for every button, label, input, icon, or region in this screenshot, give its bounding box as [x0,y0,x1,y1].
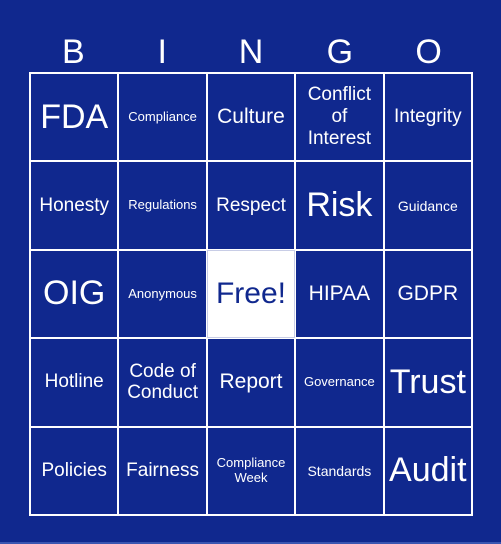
header-letter-g: G [326,33,354,71]
bingo-cell[interactable]: OIG [30,249,119,339]
bingo-cell[interactable]: Report [206,338,296,427]
bingo-cell[interactable]: HIPAA [295,249,384,339]
bingo-cell[interactable]: Risk [295,161,384,250]
bingo-header: B I N G O [29,32,473,72]
bingo-cell[interactable]: Code of Conduct [118,338,207,427]
bingo-cell[interactable]: GDPR [383,249,472,339]
bingo-cell[interactable]: Policies [30,426,119,515]
bingo-board: FDA Compliance Culture Conflict of Interest… [29,72,473,516]
header-letter-o: O [415,33,442,71]
header-letter-i: I [157,33,167,71]
bingo-cell[interactable]: Audit [383,426,472,515]
bingo-cell[interactable]: Honesty [30,161,119,250]
bingo-cell-free[interactable]: Free! [206,249,296,339]
bingo-cell[interactable]: Regulations [118,161,207,250]
header-letter-b: B [62,33,85,71]
header-letter-n: N [238,33,264,71]
bingo-cell[interactable]: Compliance Week [206,426,296,515]
bingo-cell[interactable]: Compliance [118,73,207,162]
bingo-cell[interactable]: FDA [30,73,119,162]
bingo-cell[interactable]: Anonymous [118,249,207,339]
bingo-cell[interactable]: Guidance [383,161,472,250]
bingo-cell[interactable]: Fairness [118,426,207,515]
bingo-cell[interactable]: Respect [206,161,296,250]
bingo-cell[interactable]: Trust [383,338,472,427]
bingo-cell[interactable]: Culture [206,73,296,162]
bingo-cell[interactable]: Standards [295,426,384,515]
bingo-cell[interactable]: Hotline [30,338,119,427]
bingo-cell[interactable]: Conflict of Interest [295,73,384,162]
bingo-cell[interactable]: Governance [295,338,384,427]
bingo-cell[interactable]: Integrity [383,73,472,162]
